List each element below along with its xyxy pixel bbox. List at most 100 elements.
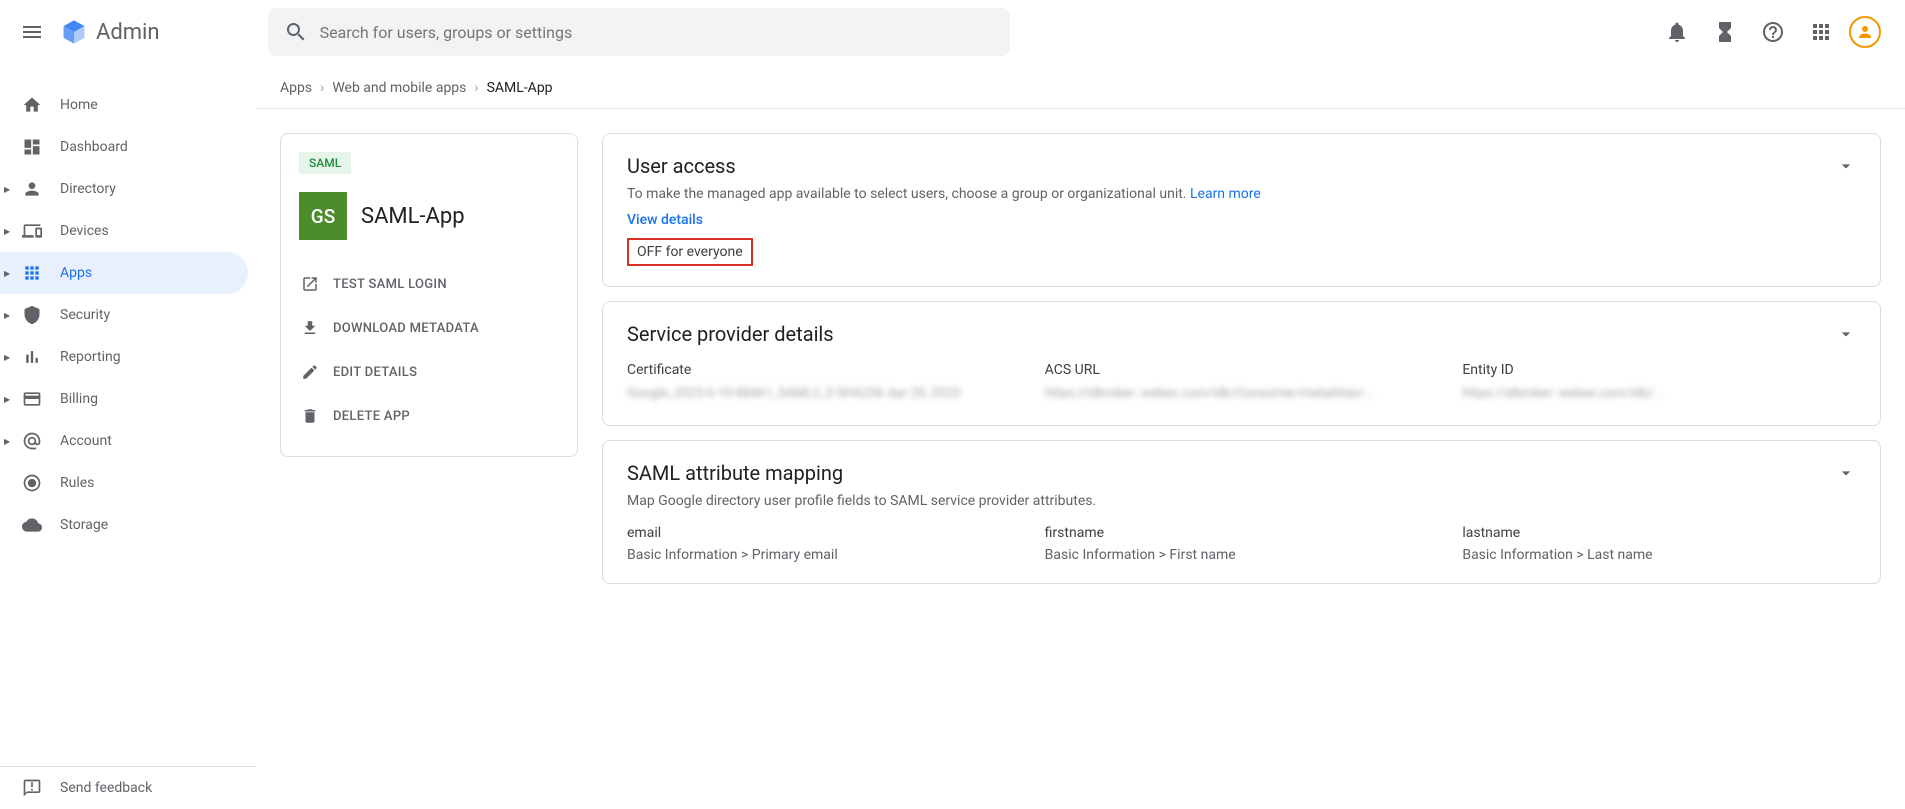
feedback-icon: [22, 778, 42, 798]
edit-icon: [301, 363, 319, 381]
nav-label: Billing: [60, 391, 98, 407]
learn-more-link[interactable]: Learn more: [1190, 186, 1261, 202]
caret-icon: ▶: [4, 185, 10, 194]
breadcrumb-item[interactable]: Apps: [280, 80, 312, 96]
action-label: DOWNLOAD METADATA: [333, 321, 479, 336]
nav-label: Apps: [60, 265, 92, 281]
account-avatar[interactable]: [1849, 16, 1881, 48]
delete-app-action[interactable]: DELETE APP: [291, 394, 567, 438]
test-saml-login-action[interactable]: TEST SAML LOGIN: [291, 262, 567, 306]
view-details-link[interactable]: View details: [627, 212, 703, 228]
logo[interactable]: Admin: [60, 18, 160, 46]
chart-icon: [22, 347, 42, 367]
column-label: Entity ID: [1462, 362, 1856, 378]
header-actions: [1657, 12, 1897, 52]
tasks-button[interactable]: [1705, 12, 1745, 52]
column-label: ACS URL: [1045, 362, 1439, 378]
logo-text: Admin: [96, 20, 160, 45]
access-status: OFF for everyone: [627, 238, 753, 266]
attribute-mapping-panel[interactable]: SAML attribute mapping Map Google direct…: [602, 440, 1881, 584]
app-summary-card: SAML GS SAML-App TEST SAML LOGINDOWNLOAD…: [280, 133, 578, 457]
nav-label: Directory: [60, 181, 116, 197]
attr-column: firstname Basic Information > First name: [1045, 525, 1439, 563]
header: Admin: [0, 0, 1905, 64]
chevron-down-icon[interactable]: [1836, 463, 1856, 483]
sidebar-item-home[interactable]: Home: [0, 84, 248, 126]
bell-icon: [1665, 20, 1689, 44]
column-value: Basic Information > First name: [1045, 547, 1439, 563]
admin-logo-icon: [60, 18, 88, 46]
apps-launcher-button[interactable]: [1801, 12, 1841, 52]
apps-icon: [22, 263, 42, 283]
nav-label: Rules: [60, 475, 94, 491]
column-value: Basic Information > Last name: [1462, 547, 1856, 563]
column-label: firstname: [1045, 525, 1439, 541]
feedback-label: Send feedback: [60, 780, 152, 796]
column-value: https://idbroker-.webex.com/idb/...: [1462, 384, 1856, 405]
nav-label: Reporting: [60, 349, 121, 365]
breadcrumb: Apps › Web and mobile apps › SAML-App: [256, 64, 1905, 109]
panel-subtitle: To make the managed app available to sel…: [627, 186, 1856, 202]
chevron-right-icon: ›: [474, 80, 478, 96]
caret-icon: ▶: [4, 269, 10, 278]
sidebar-item-apps[interactable]: ▶ Apps: [0, 252, 248, 294]
caret-icon: ▶: [4, 311, 10, 320]
card-icon: [22, 389, 42, 409]
apps-grid-icon: [1809, 20, 1833, 44]
help-button[interactable]: [1753, 12, 1793, 52]
app-icon: GS: [299, 192, 347, 240]
column-value: Google_2023-6-10-88461_SAML2_0 SHA256 Ap…: [627, 384, 1021, 405]
user-access-panel[interactable]: User access To make the managed app avai…: [602, 133, 1881, 287]
attr-column: emailBasic Information > Primary email: [627, 525, 1021, 563]
sidebar-item-rules[interactable]: Rules: [0, 462, 248, 504]
panel-title: SAML attribute mapping: [627, 461, 843, 485]
search-box[interactable]: [268, 8, 1010, 56]
search-icon: [284, 20, 308, 44]
dashboard-icon: [22, 137, 42, 157]
sidebar-item-billing[interactable]: ▶Billing: [0, 378, 248, 420]
sp-column: CertificateGoogle_2023-6-10-88461_SAML2_…: [627, 362, 1021, 405]
column-label: email: [627, 525, 1021, 541]
action-label: DELETE APP: [333, 409, 410, 424]
breadcrumb-item[interactable]: Web and mobile apps: [332, 80, 466, 96]
nav-label: Home: [60, 97, 98, 113]
panel-title: User access: [627, 154, 736, 178]
chevron-down-icon[interactable]: [1836, 324, 1856, 344]
menu-button[interactable]: [8, 8, 56, 56]
sp-column: ACS URL https://idbroker-.webex.com/idb/C…: [1045, 362, 1439, 405]
nav-label: Account: [60, 433, 112, 449]
sidebar-item-devices[interactable]: ▶ Devices: [0, 210, 248, 252]
sidebar-item-dashboard[interactable]: Dashboard: [0, 126, 248, 168]
panel-title: Service provider details: [627, 322, 834, 346]
caret-icon: ▶: [4, 227, 10, 236]
sidebar: Home Dashboard ▶ Directory ▶ Devices ▶ Apps ▶Sec…: [0, 64, 256, 809]
search-input[interactable]: [320, 23, 994, 42]
delete-icon: [301, 407, 319, 425]
column-label: lastname: [1462, 525, 1856, 541]
menu-icon: [20, 20, 44, 44]
chevron-right-icon: ›: [320, 80, 324, 96]
download-metadata-action[interactable]: DOWNLOAD METADATA: [291, 306, 567, 350]
notifications-button[interactable]: [1657, 12, 1697, 52]
breadcrumb-current: SAML-App: [487, 80, 553, 96]
sidebar-item-reporting[interactable]: ▶ Reporting: [0, 336, 248, 378]
cloud-icon: [22, 515, 42, 535]
service-provider-panel[interactable]: Service provider details CertificateGoog…: [602, 301, 1881, 426]
sp-column: Entity ID https://idbroker-.webex.com/idb…: [1462, 362, 1856, 405]
content: Apps › Web and mobile apps › SAML-App SA…: [256, 64, 1905, 809]
hourglass-icon: [1713, 20, 1737, 44]
column-value: https://idbroker-.webex.com/idb/Consumer…: [1045, 384, 1439, 405]
edit-details-action[interactable]: EDIT DETAILS: [291, 350, 567, 394]
wheel-icon: [22, 473, 42, 493]
sidebar-item-account[interactable]: ▶Account: [0, 420, 248, 462]
attr-column: lastname Basic Information > Last name: [1462, 525, 1856, 563]
nav-label: Devices: [60, 223, 109, 239]
chevron-down-icon[interactable]: [1836, 156, 1856, 176]
caret-icon: ▶: [4, 353, 10, 362]
sidebar-item-security[interactable]: ▶Security: [0, 294, 248, 336]
nav-label: Dashboard: [60, 139, 128, 155]
sidebar-item-directory[interactable]: ▶ Directory: [0, 168, 248, 210]
sidebar-item-storage[interactable]: Storage: [0, 504, 248, 546]
nav-label: Storage: [60, 517, 108, 533]
send-feedback[interactable]: Send feedback: [0, 767, 248, 809]
